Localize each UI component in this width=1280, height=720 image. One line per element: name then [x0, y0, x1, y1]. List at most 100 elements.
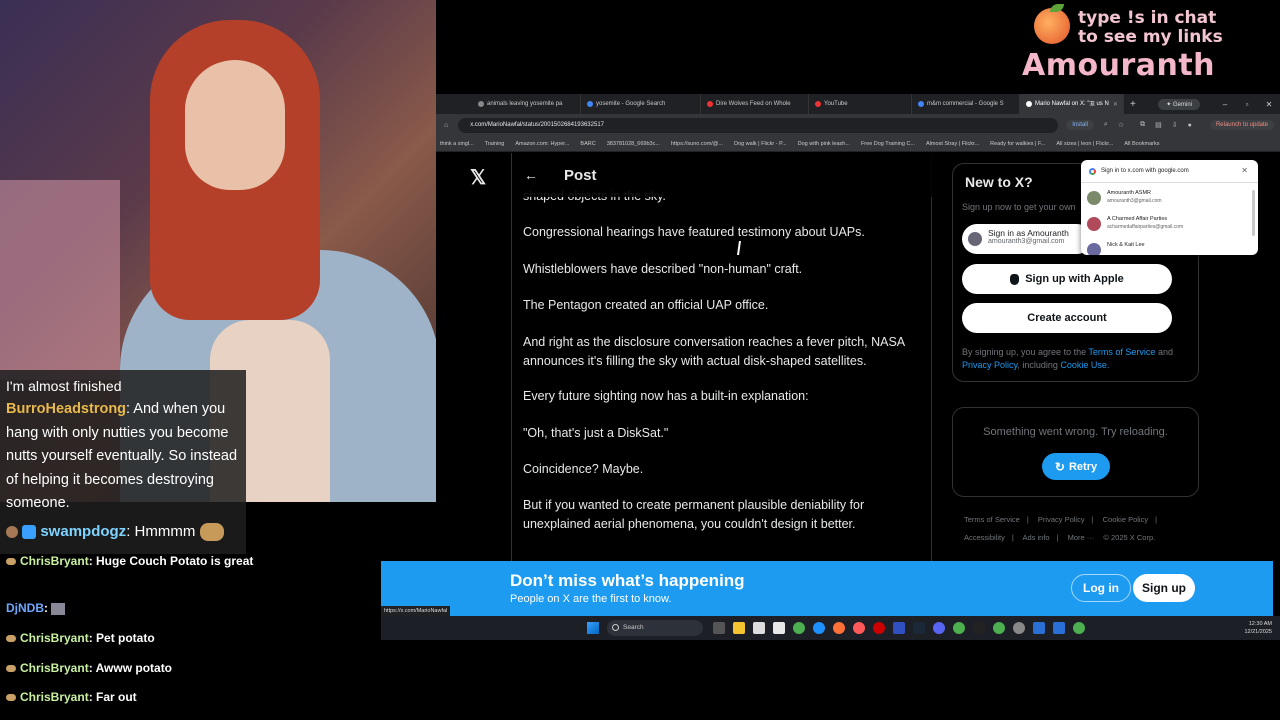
promo-line-1: type !s in chat: [1078, 8, 1217, 28]
relaunch-button[interactable]: Relaunch to update: [1209, 120, 1274, 130]
settings-icon[interactable]: [1013, 622, 1025, 634]
store-icon[interactable]: [773, 622, 785, 634]
install-button[interactable]: Install: [1066, 120, 1094, 130]
app-icon[interactable]: [853, 622, 865, 634]
chat-text: : Awww potato: [88, 661, 173, 675]
privacy-link[interactable]: Privacy Policy: [962, 360, 1017, 370]
chrome-icon[interactable]: [993, 622, 1005, 634]
home-icon[interactable]: ⌂: [444, 122, 448, 129]
tab-label: m&m commercial - Google S: [927, 101, 1004, 107]
chat-username[interactable]: DjNDB: [6, 601, 44, 615]
bookmark-item[interactable]: Almost Stray | Flickr...: [926, 141, 979, 147]
tab-label: Dire Wolves Feed on Whole: [716, 101, 791, 107]
discord-icon[interactable]: [933, 622, 945, 634]
sign-up-button[interactable]: Sign up: [1133, 574, 1195, 602]
footer-link[interactable]: Terms of Service: [964, 515, 1020, 524]
browser-tab[interactable]: YouTube: [809, 94, 912, 114]
chat-username[interactable]: ChrisBryant: [20, 690, 89, 704]
bookmark-item[interactable]: Ready for walkies | F...: [990, 141, 1045, 147]
zoom-icon[interactable]: ⌕: [1104, 121, 1108, 129]
bookmark-item[interactable]: 383781028_669b3c...: [607, 141, 660, 147]
chat-username[interactable]: ChrisBryant: [20, 661, 89, 675]
chrome-icon[interactable]: [1073, 622, 1085, 634]
bookmark-item[interactable]: Dog with pink leash...: [798, 141, 850, 147]
browser-tab[interactable]: yosemite - Google Search: [581, 94, 701, 114]
divider: [1081, 182, 1258, 183]
chat-text: : Hmmmm: [126, 522, 196, 540]
gemini-button[interactable]: ✦ Gemini: [1158, 98, 1200, 110]
tab-close-icon[interactable]: ✕: [1113, 101, 1118, 108]
windows-start-icon[interactable]: [587, 622, 599, 634]
google-account-item[interactable]: A Charmed Affair Parties acharmedaffairp…: [1087, 214, 1247, 238]
opera-icon[interactable]: [873, 622, 885, 634]
browser-tab[interactable]: Dire Wolves Feed on Whole: [701, 94, 809, 114]
bookmark-item[interactable]: All sizes | leon | Flickr...: [1056, 141, 1113, 147]
task-view-icon[interactable]: [713, 622, 725, 634]
log-in-button[interactable]: Log in: [1071, 574, 1131, 602]
google-account-item[interactable]: Amouranth ASMR amouranth3@gmail.com: [1087, 188, 1247, 212]
steam-icon[interactable]: [913, 622, 925, 634]
account-email: amouranth3@gmail.com: [1107, 198, 1162, 204]
gemini-label: Gemini: [1172, 101, 1192, 108]
edge-icon[interactable]: [813, 622, 825, 634]
taskbar-search[interactable]: Search: [607, 620, 703, 636]
chat-username[interactable]: ChrisBryant: [20, 554, 89, 568]
bookmark-item[interactable]: think a singl...: [440, 141, 474, 147]
create-account-button[interactable]: Create account: [962, 303, 1172, 333]
chat-username[interactable]: BurroHeadstrong: [6, 401, 126, 417]
firefox-icon[interactable]: [833, 622, 845, 634]
footer-link[interactable]: Ads info: [1022, 533, 1049, 542]
google-signin-button[interactable]: Sign in as Amouranth amouranth3@gmail.co…: [962, 224, 1092, 254]
taskbar-clock[interactable]: 12:30 AM 12/21/2025: [1244, 620, 1272, 636]
profile-icon[interactable]: ●: [1188, 122, 1192, 129]
google-icon: [1089, 168, 1096, 175]
url-field[interactable]: x.com/MarioNawfal/status/200150268419363…: [458, 117, 1059, 133]
bookmark-item[interactable]: BARC: [580, 141, 595, 147]
bookmark-item[interactable]: https://suno.com/@...: [671, 141, 723, 147]
notepad-icon[interactable]: [753, 622, 765, 634]
post-paragraph: Congressional hearings have featured tes…: [523, 225, 865, 239]
bookmark-star-icon[interactable]: ☆: [1118, 121, 1124, 129]
maximize-icon[interactable]: ▫: [1236, 100, 1258, 109]
all-bookmarks[interactable]: All Bookmarks: [1124, 141, 1159, 147]
retry-button[interactable]: ↻ Retry: [1042, 453, 1110, 480]
browser-tab[interactable]: m&m commercial - Google S: [912, 94, 1020, 114]
bookmark-item[interactable]: Amazon.com: Hyper...: [515, 141, 569, 147]
footer-link[interactable]: Accessibility: [964, 533, 1005, 542]
close-window-icon[interactable]: ✕: [1258, 100, 1280, 109]
app-icon[interactable]: [973, 622, 985, 634]
footer-more[interactable]: More ···: [1068, 533, 1095, 542]
app-icon[interactable]: [893, 622, 905, 634]
browser-tab[interactable]: animals leaving yosemite pa: [436, 94, 581, 114]
chrome-icon[interactable]: [953, 622, 965, 634]
chat-username[interactable]: ChrisBryant: [20, 631, 89, 645]
downloads-icon[interactable]: ⇩: [1172, 121, 1178, 129]
post-paragraph: Every future sighting now has a built-in…: [523, 389, 809, 403]
google-account-item[interactable]: Nick & Kait Lee: [1087, 240, 1247, 255]
back-arrow-icon[interactable]: ←: [524, 167, 538, 183]
popup-scrollbar[interactable]: [1252, 190, 1255, 236]
chat-message: ChrisBryant: Awww potato: [6, 661, 172, 675]
footer-link[interactable]: Privacy Policy: [1038, 515, 1085, 524]
bookmark-item[interactable]: Dog walk | Flickr - P...: [734, 141, 787, 147]
extensions-icon[interactable]: ⧉: [1140, 121, 1145, 129]
minimize-icon[interactable]: –: [1214, 100, 1236, 109]
background-shelf: [0, 180, 120, 380]
browser-tab-active[interactable]: Mario Nawfal on X: "🇧 us N ✕: [1020, 94, 1124, 114]
app-icon[interactable]: [1033, 622, 1045, 634]
cookie-link[interactable]: Cookie Use.: [1060, 360, 1109, 370]
new-tab-button[interactable]: +: [1124, 99, 1142, 110]
footer-link[interactable]: Cookie Policy: [1103, 515, 1148, 524]
close-icon[interactable]: ✕: [1241, 166, 1248, 175]
x-logo-icon[interactable]: 𝕏: [470, 165, 486, 190]
app-icon[interactable]: [1053, 622, 1065, 634]
terms-link[interactable]: Terms of Service: [1088, 347, 1155, 357]
reading-list-icon[interactable]: ▤: [1155, 121, 1162, 129]
chat-username[interactable]: swampdogz: [40, 523, 126, 540]
chrome-icon[interactable]: [793, 622, 805, 634]
bookmark-item[interactable]: Training: [485, 141, 505, 147]
sign-up-apple-button[interactable]: Sign up with Apple: [962, 264, 1172, 294]
tab-label: Mario Nawfal on X: "🇧 us N: [1035, 100, 1109, 107]
bookmark-item[interactable]: Free Dog Training C...: [861, 141, 915, 147]
file-explorer-icon[interactable]: [733, 622, 745, 634]
